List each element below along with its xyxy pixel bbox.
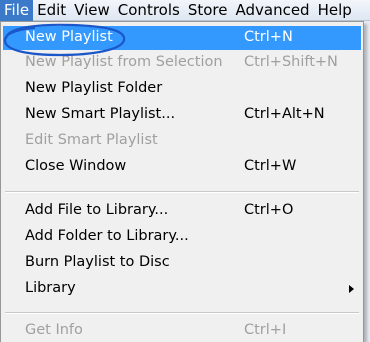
menu-item-label: Add File to Library... [25,202,169,218]
menu-separator [5,191,359,193]
menu-item-new-playlist-folder[interactable]: New Playlist Folder [3,77,361,101]
chevron-right-icon [349,285,354,293]
menu-item-label: Edit Smart Playlist [25,132,158,148]
menu-separator [5,312,359,314]
menu-item-shortcut: Ctrl+Alt+N [244,106,325,122]
menu-file[interactable]: File [0,0,34,21]
menu-item-new-smart-playlist[interactable]: New Smart Playlist... Ctrl+Alt+N [3,103,361,127]
menu-item-edit-smart-playlist: Edit Smart Playlist [3,129,361,153]
menu-item-new-playlist-from-selection: New Playlist from Selection Ctrl+Shift+N [3,51,361,75]
menu-item-shortcut: Ctrl+W [244,158,297,174]
menu-item-label: Add Folder to Library... [25,228,189,244]
menu-item-label: Burn Playlist to Disc [25,254,170,270]
menu-help[interactable]: Help [314,0,356,21]
menu-view[interactable]: View [70,0,114,21]
menu-item-add-file-to-library[interactable]: Add File to Library... Ctrl+O [3,199,361,223]
menu-item-label: Get Info [25,322,83,338]
menu-item-label: New Playlist Folder [25,80,163,96]
menu-item-label: New Playlist from Selection [25,54,223,70]
menu-item-shortcut: Ctrl+Shift+N [244,54,338,70]
menu-item-label: New Playlist [25,29,113,45]
menu-store[interactable]: Store [184,0,232,21]
itunes-window: File Edit View Controls Store Advanced H… [0,0,370,342]
menu-item-label: Close Window [25,158,127,174]
menu-item-add-folder-to-library[interactable]: Add Folder to Library... [3,225,361,249]
menu-item-shortcut: Ctrl+N [244,29,293,45]
file-menu-dropdown: New Playlist Ctrl+N New Playlist from Se… [0,21,364,342]
menu-item-get-info: Get Info Ctrl+I [3,319,361,342]
menu-controls[interactable]: Controls [114,0,184,21]
background-window-edge [364,21,370,342]
menu-item-shortcut: Ctrl+I [244,322,287,338]
menu-item-label: Library [25,280,76,296]
menu-advanced[interactable]: Advanced [231,0,313,21]
menu-item-library[interactable]: Library [3,277,361,301]
menu-item-new-playlist[interactable]: New Playlist Ctrl+N [3,26,361,50]
menu-item-label: New Smart Playlist... [25,106,176,122]
menu-item-shortcut: Ctrl+O [244,202,294,218]
menu-bar: File Edit View Controls Store Advanced H… [0,0,370,21]
menu-item-close-window[interactable]: Close Window Ctrl+W [3,155,361,179]
menu-edit[interactable]: Edit [33,0,70,21]
menu-item-burn-playlist-to-disc[interactable]: Burn Playlist to Disc [3,251,361,275]
